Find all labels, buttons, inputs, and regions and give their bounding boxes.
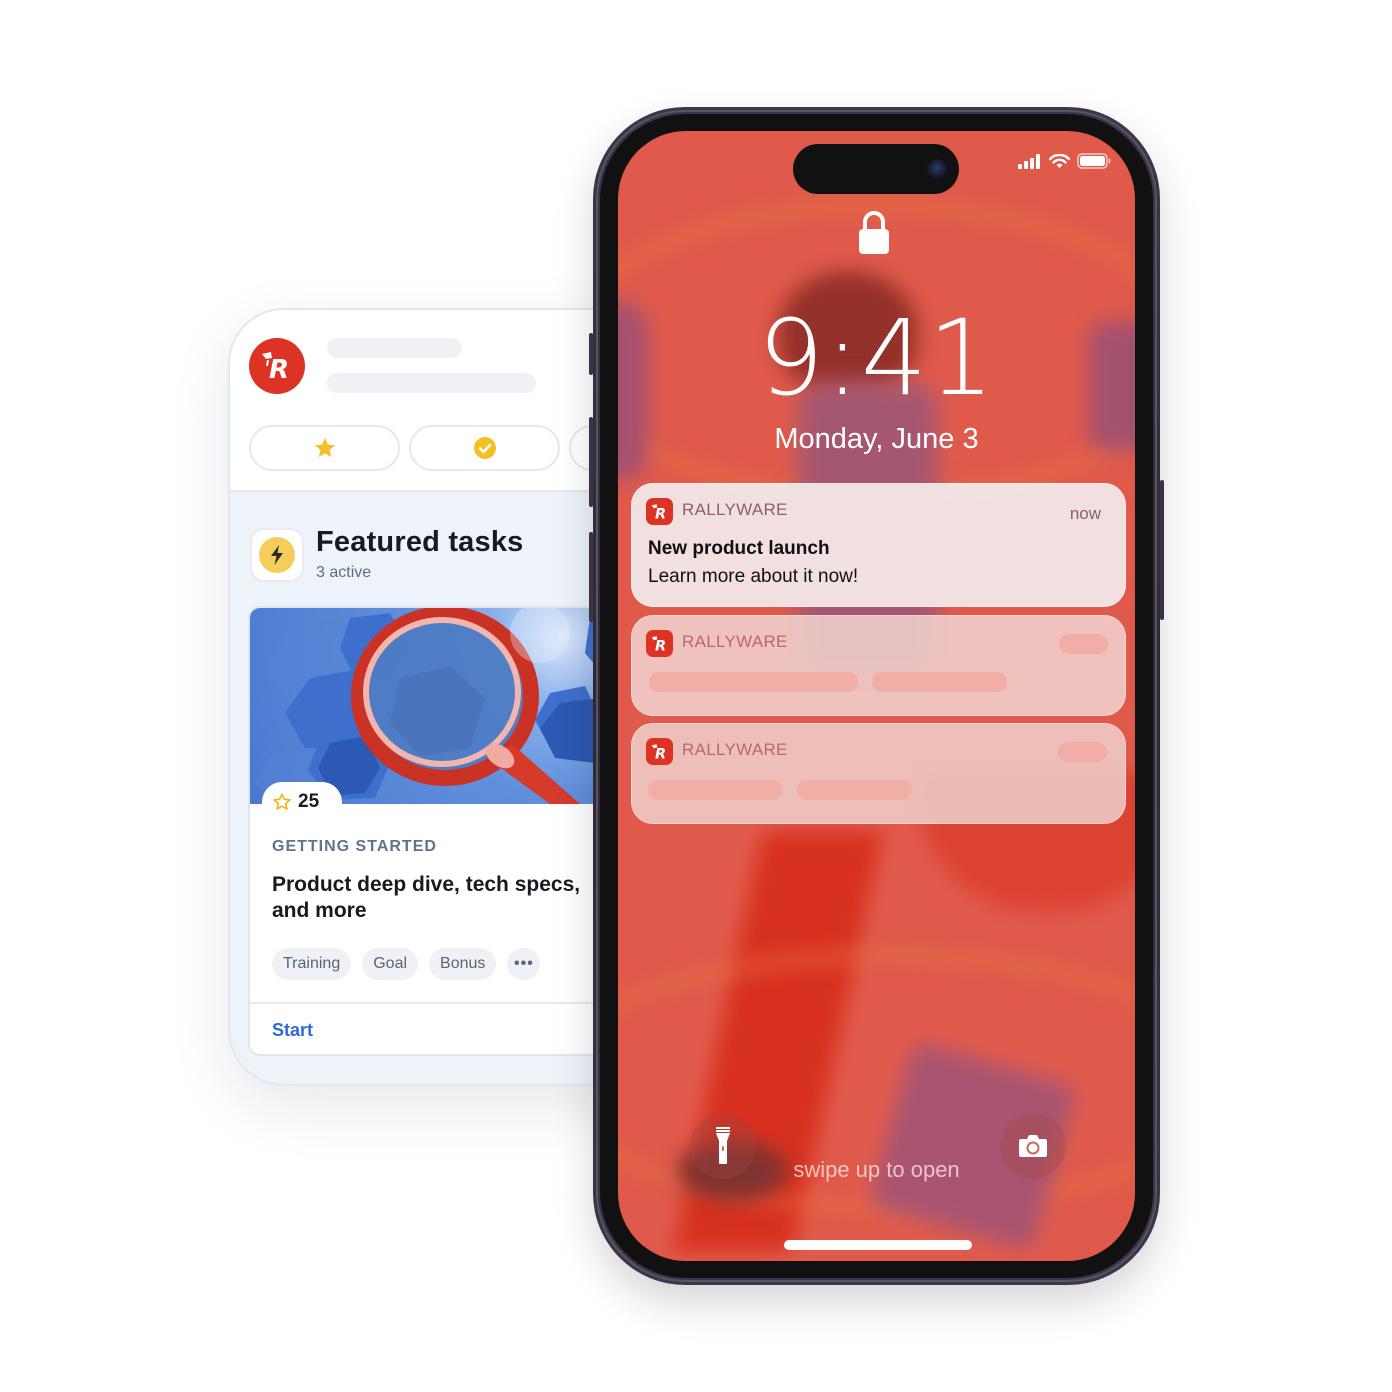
lock-icon — [858, 210, 890, 261]
notification[interactable]: R RALLYWARE — [631, 615, 1126, 716]
rallyware-logo-icon: R — [646, 498, 673, 525]
battery-icon — [1077, 153, 1111, 169]
notification[interactable]: R RALLYWARE now New product launch Learn… — [631, 483, 1126, 607]
star-outline-icon — [273, 793, 291, 810]
rallyware-logo-icon: R — [249, 338, 305, 394]
lock-screen[interactable]: 9:41 Monday, June 3 R RALLYWARE now New … — [618, 131, 1135, 1261]
rallyware-logo-icon: R — [646, 738, 673, 765]
svg-text:R: R — [655, 746, 666, 760]
tag-goal[interactable]: Goal — [362, 948, 419, 980]
notification-time-placeholder — [1058, 742, 1107, 762]
app-preview-panel: R Featured tasks 3 active 25 GETTING STA… — [228, 308, 648, 1086]
rallyware-logo-icon: R — [646, 630, 673, 657]
notification-text-placeholder — [872, 672, 1007, 692]
svg-text:R: R — [655, 506, 666, 520]
notification-body: Learn more about it now! — [648, 566, 859, 587]
magnifying-glass-illustration — [250, 608, 646, 804]
lock-time: 9:41 — [757, 297, 996, 419]
svg-text:R: R — [269, 355, 289, 382]
phone-frame: 9:41 Monday, June 3 R RALLYWARE now New … — [589, 107, 1164, 1285]
task-card[interactable]: 25 GETTING STARTED Product deep dive, te… — [248, 606, 646, 1056]
profile-name-placeholder — [327, 338, 462, 358]
swipe-up-hint: swipe up to open — [793, 1157, 960, 1182]
card-divider — [250, 1002, 646, 1004]
status-bar — [1018, 153, 1111, 169]
notification-text-placeholder — [797, 780, 912, 800]
featured-section-icon — [250, 528, 304, 582]
tag-training[interactable]: Training — [272, 948, 352, 980]
tag-bonus[interactable]: Bonus — [429, 948, 497, 980]
notification-app-name: RALLYWARE — [682, 740, 788, 759]
notification[interactable]: R RALLYWARE — [631, 723, 1126, 824]
section-title: Featured tasks — [316, 526, 524, 558]
lock-date: Monday, June 3 — [774, 423, 979, 455]
points-badge: 25 — [262, 782, 342, 822]
notification-app-name: RALLYWARE — [682, 632, 788, 651]
completed-filter-button[interactable] — [409, 425, 560, 471]
action-button — [589, 333, 593, 375]
more-tags-button[interactable]: ••• — [507, 948, 541, 980]
task-title: Product deep dive, tech specs, and more — [272, 873, 581, 922]
camera-icon — [1019, 1135, 1047, 1157]
star-icon — [314, 438, 335, 457]
power-button — [1160, 480, 1164, 620]
points-value: 25 — [298, 791, 320, 812]
home-indicator[interactable] — [784, 1240, 972, 1250]
wallpaper-shape — [673, 831, 883, 1251]
points-filter-button[interactable] — [249, 425, 400, 471]
app-header: R — [230, 310, 646, 492]
volume-down-button — [589, 532, 593, 622]
dynamic-island — [793, 144, 959, 194]
section-subtitle: 3 active — [316, 564, 372, 581]
notification-text-placeholder — [649, 672, 858, 692]
notification-app-name: RALLYWARE — [682, 500, 788, 519]
volume-up-button — [589, 417, 593, 507]
notification-title: New product launch — [648, 538, 830, 559]
notification-text-placeholder — [648, 780, 783, 800]
notification-time: now — [1069, 504, 1101, 523]
wifi-icon — [1049, 153, 1070, 168]
profile-detail-placeholder — [327, 373, 536, 393]
cellular-signal-icon — [1018, 153, 1040, 169]
start-task-button[interactable]: Start — [272, 1020, 313, 1041]
front-camera-icon — [927, 159, 947, 179]
lightning-icon — [271, 545, 283, 565]
notification-time-placeholder — [1059, 634, 1108, 654]
check-circle-icon — [473, 437, 496, 459]
task-category: GETTING STARTED — [272, 838, 437, 855]
svg-text:R: R — [655, 638, 666, 652]
task-tags: Training Goal Bonus ••• — [272, 948, 541, 980]
